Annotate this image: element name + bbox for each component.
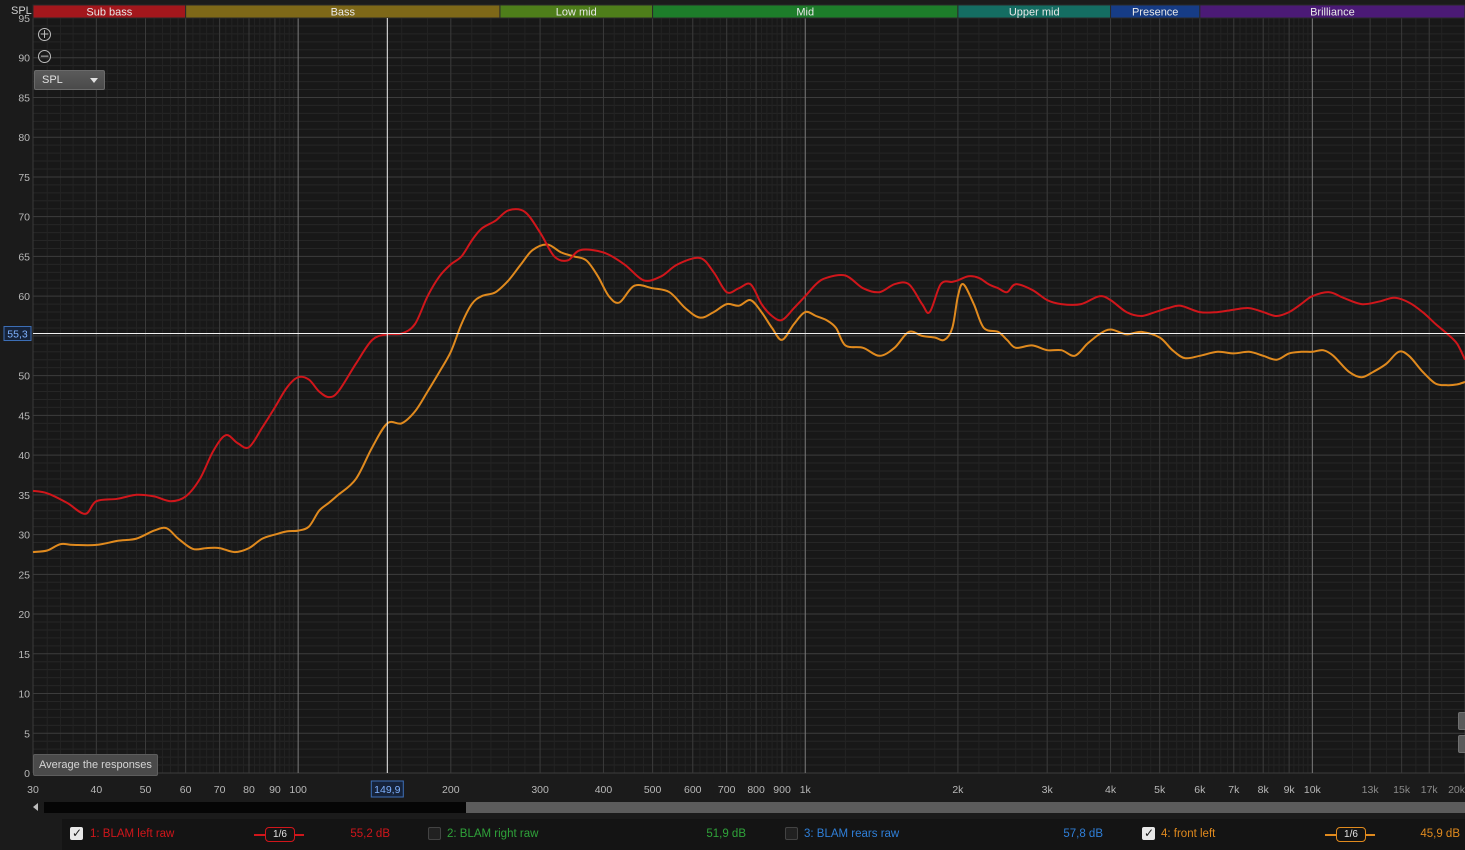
x-tick-label: 6k [1194, 784, 1206, 796]
band-label: Sub bass [86, 7, 132, 19]
horizontal-scrollbar-thumb[interactable] [44, 802, 466, 813]
y-tick-label: 50 [18, 371, 30, 383]
y-tick-label: 20 [18, 609, 30, 621]
band-label: Mid [796, 7, 814, 19]
y-tick-label: 25 [18, 569, 30, 581]
legend-value-4: 45,9 dB [1420, 828, 1460, 840]
chevron-down-icon [90, 78, 98, 83]
legend-smoothing-4[interactable]: 1/6 [1325, 827, 1375, 842]
legend-checkbox-3[interactable] [785, 827, 798, 840]
y-tick-label: 90 [18, 53, 30, 65]
x-tick-label: 9k [1284, 784, 1296, 796]
spl-frequency-chart[interactable]: 0510152025303540455055606570758085909530… [0, 0, 1465, 800]
x-tick-label: 400 [595, 784, 613, 796]
x-tick-label: 8k [1258, 784, 1270, 796]
band-label: Presence [1132, 7, 1178, 19]
x-tick-label: 4k [1105, 784, 1117, 796]
x-tick-label: 15k [1393, 784, 1411, 796]
legend-smoothing-label-1: 1/6 [265, 827, 295, 842]
y-tick-label: 5 [24, 728, 30, 740]
y-tick-label: 80 [18, 132, 30, 144]
graph-type-select[interactable]: SPL [34, 70, 105, 90]
x-tick-label: 50 [140, 784, 152, 796]
legend-label-3[interactable]: 3: BLAM rears raw [804, 826, 899, 842]
side-panel-button-lower[interactable] [1458, 735, 1465, 753]
x-tick-label: 2k [952, 784, 964, 796]
y-axis-title: SPL [11, 5, 32, 17]
x-tick-label: 13k [1362, 784, 1380, 796]
y-tick-label: 35 [18, 490, 30, 502]
y-tick-label: 40 [18, 450, 30, 462]
legend-label-1[interactable]: 1: BLAM left raw [90, 826, 174, 842]
cursor-y-readout: 55,3 [7, 329, 28, 341]
plot-area [33, 18, 1465, 773]
x-tick-label: 900 [773, 784, 791, 796]
band-label: Bass [331, 7, 356, 19]
legend-smoothing-1[interactable]: 1/6 [254, 827, 304, 842]
x-tick-label: 3k [1042, 784, 1054, 796]
y-tick-label: 85 [18, 92, 30, 104]
y-tick-label: 75 [18, 172, 30, 184]
x-tick-label: 5k [1154, 784, 1166, 796]
band-label: Upper mid [1009, 7, 1060, 19]
x-tick-label: 7k [1228, 784, 1240, 796]
x-tick-label: 90 [269, 784, 281, 796]
x-tick-label: 100 [289, 784, 307, 796]
legend-checkbox-4[interactable] [1142, 826, 1155, 840]
x-tick-label: 30 [27, 784, 39, 796]
x-tick-label: 500 [644, 784, 662, 796]
y-tick-label: 30 [18, 530, 30, 542]
legend-checkbox-2[interactable] [428, 827, 441, 840]
legend-smoothing-label-4: 1/6 [1336, 827, 1366, 842]
y-tick-label: 0 [24, 768, 30, 780]
legend-label-2[interactable]: 2: BLAM right raw [447, 826, 538, 842]
zoom-in-icon[interactable]: + [38, 28, 51, 41]
y-tick-label: 15 [18, 649, 30, 661]
graph-type-value: SPL [42, 74, 63, 86]
x-tick-label: 1k [800, 784, 812, 796]
legend-label-4[interactable]: 4: front left [1161, 826, 1215, 842]
x-tick-label: 10k [1304, 784, 1322, 796]
x-tick-label: 17k [1421, 784, 1439, 796]
y-tick-label: 10 [18, 689, 30, 701]
x-tick-label: 600 [684, 784, 702, 796]
x-tick-label: 60 [180, 784, 192, 796]
band-label: Low mid [556, 7, 597, 19]
x-tick-label: 700 [718, 784, 736, 796]
legend-checkbox-1[interactable] [70, 826, 83, 840]
y-tick-label: 65 [18, 251, 30, 263]
band-label: Brilliance [1310, 7, 1355, 19]
zoom-out-icon[interactable]: − [38, 50, 51, 63]
x-tick-label: 40 [91, 784, 103, 796]
scroll-left-arrow-icon[interactable] [33, 803, 38, 811]
y-tick-label: 60 [18, 291, 30, 303]
x-tick-label: 20k [1448, 784, 1465, 796]
x-tick-label: 80 [243, 784, 255, 796]
x-tick-label: 70 [214, 784, 226, 796]
side-panel-button-upper[interactable] [1458, 712, 1465, 730]
cursor-x-readout: 149,9 [374, 784, 400, 796]
x-tick-label: 800 [747, 784, 765, 796]
x-tick-label: 200 [442, 784, 460, 796]
y-tick-label: 45 [18, 410, 30, 422]
x-tick-label: 300 [531, 784, 549, 796]
y-tick-label: 70 [18, 212, 30, 224]
legend-value-3: 57,8 dB [1063, 828, 1103, 840]
legend-value-2: 51,9 dB [706, 828, 746, 840]
rew-graph-window: 0510152025303540455055606570758085909530… [0, 0, 1465, 850]
legend-value-1: 55,2 dB [350, 828, 390, 840]
average-responses-button[interactable]: Average the responses [33, 754, 158, 776]
